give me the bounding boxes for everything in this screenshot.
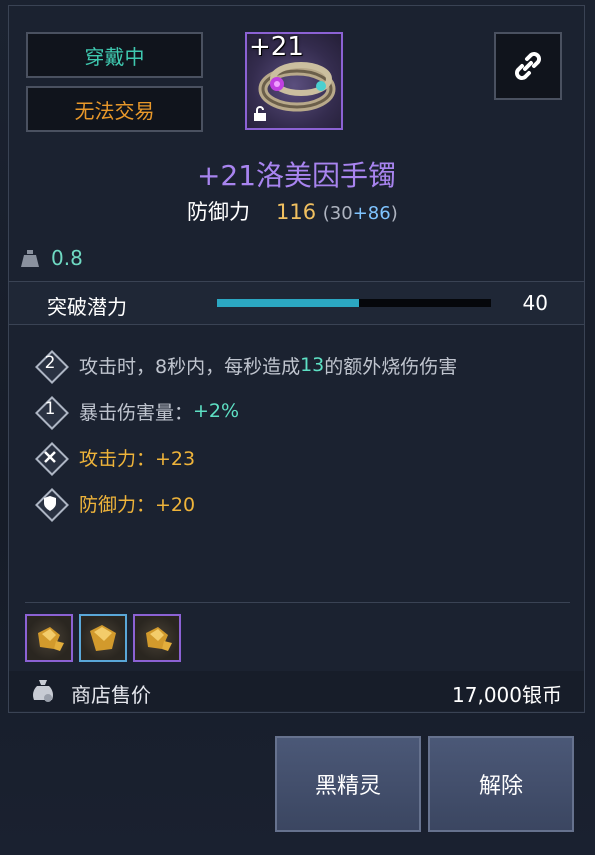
weight: 0.8 [19,246,83,270]
effect-highlight: 13 [300,354,325,376]
lock-icon [253,106,267,126]
item-tooltip-panel: 穿戴中 无法交易 +21 +21洛美因手镯 防御力 116 (30+86) 0.… [8,5,585,713]
defense-label: 防御力 [187,200,250,224]
effect-text: 攻击力：+23 [79,447,196,470]
equipped-tag: 穿戴中 [26,32,203,78]
effect-highlight: +2% [193,400,240,422]
link-icon [515,52,541,80]
effect-text: 暴击伤害量： [79,401,194,424]
sell-price-label: 商店售价 [71,683,151,707]
divider [9,324,584,325]
socket-row [25,614,181,662]
crystal-socket-2[interactable] [79,614,127,662]
defense-value: 116 [276,200,317,224]
effect-text: 防御力：+20 [79,493,196,516]
breakthrough-value: 40 [522,291,548,315]
item-name: +21洛美因手镯 [196,159,397,192]
weight-icon [21,250,39,267]
breakthrough-bar-fill [217,299,360,307]
defense-bonus: +86 [352,203,391,224]
sell-price-row: 商店售价 17,000银币 [9,671,584,711]
breakthrough-bar [217,299,491,307]
effect-crit-damage: 1 暴击伤害量： +2% [35,396,240,430]
enhance-level: +21 [249,32,304,62]
defense-paren-close: ) [390,203,398,224]
item-icon-slot[interactable]: +21 [245,32,343,130]
crystal-socket-3[interactable] [133,614,181,662]
effect-burn: 2 攻击时，8秒内，每秒造成 13 的额外烧伤伤害 [35,350,458,384]
effect-defense: 防御力：+20 [35,488,196,522]
crossed-swords-icon [35,442,69,476]
defense-stat: 防御力 116 (30+86) [187,196,398,226]
link-button[interactable] [494,32,562,100]
crystal-socket-1[interactable] [25,614,73,662]
dark-elf-button[interactable]: 黑精灵 [275,736,421,832]
crystal-icon [90,625,116,651]
release-button[interactable]: 解除 [428,736,574,832]
tier-2-icon: 2 [35,350,69,384]
breakthrough-row: 突破潜力 40 [9,282,584,324]
money-bag-icon [33,680,53,702]
divider [25,602,570,603]
effect-attack: 攻击力：+23 [35,442,196,476]
weight-value: 0.8 [51,246,83,270]
defense-base: (30 [322,203,353,224]
no-trade-tag: 无法交易 [26,86,203,132]
shield-icon [35,488,69,522]
tier-1-icon: 1 [35,396,69,430]
effect-text-tail: 的额外烧伤伤害 [324,355,458,378]
effect-text: 攻击时，8秒内，每秒造成 [79,355,301,378]
sell-price-value: 17,000银币 [452,683,562,707]
crystal-icon [146,627,172,651]
breakthrough-label: 突破潜力 [47,295,127,319]
crystal-icon [38,627,64,651]
